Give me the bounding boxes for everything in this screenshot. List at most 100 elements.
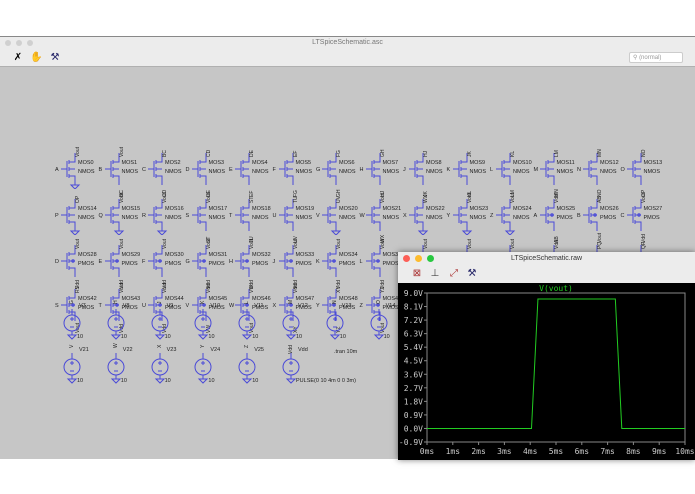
mosfet-name: MOS4 <box>252 160 268 166</box>
zoom-out-icon[interactable]: ⤢ <box>448 268 460 280</box>
zoom-button[interactable] <box>27 40 33 46</box>
zoom-button[interactable] <box>427 255 434 262</box>
mosfet-mos24[interactable]: Z MOS24 NMOS Vout <box>490 191 536 235</box>
mosfet-mos4[interactable]: E MOS4 NMOS DE EF <box>229 145 275 197</box>
hand-icon[interactable]: ✋ <box>30 52 42 64</box>
voltage-source-v21[interactable]: V V21 10 <box>62 341 106 385</box>
mosfet-mos1[interactable]: B MOS1 NMOS Vout BC <box>99 145 145 197</box>
mosfet-mos13[interactable]: O MOS13 NMOS NO OP <box>621 145 667 198</box>
mosfet-mos30[interactable]: F MOS30 PMOS Vout Vdd <box>142 237 188 289</box>
source-name: V24 <box>210 347 221 353</box>
mosfet-mos5[interactable]: F MOS5 NMOS EF FG <box>272 145 319 197</box>
mosfet-mos15[interactable]: Q MOS15 NMOS Vout <box>98 191 145 235</box>
mosfet-mos25[interactable]: A MOS25 PMOS Vdd AB <box>534 191 580 243</box>
mosfet-mos20[interactable]: V MOS20 NMOS UV <box>316 191 362 235</box>
mosfet-mos22[interactable]: X MOS22 NMOS WX <box>403 191 449 235</box>
drain-net-label: JK <box>466 151 473 157</box>
gate-label: F <box>272 167 276 173</box>
zoom-icon[interactable]: ⊠ <box>411 268 423 280</box>
mosfet-mos3[interactable]: D MOS3 NMOS CD DE <box>186 145 232 197</box>
mosfet-mos2[interactable]: C MOS2 NMOS BC CD <box>142 145 188 197</box>
toolbar: ✗ ✋ ⚒ ⚲ (normal) <box>0 49 695 67</box>
mosfet-name: MOS33 <box>295 252 315 258</box>
waveform-plot[interactable]: -0.9V 0.0V 0.9V 1.8V 2.7V 3.6V 4.5V 5.4V 6.3V 7.2… <box>398 283 695 460</box>
mosfet-mos17[interactable]: S MOS17 NMOS Vout ST <box>186 191 232 243</box>
gate-label: V <box>316 213 320 219</box>
x-tick-label: 9ms <box>652 447 667 456</box>
drain-net-label: Vdd <box>553 194 560 203</box>
gate-label: Q <box>98 213 103 219</box>
mosfet-type: NMOS <box>165 215 182 221</box>
drain-net-label: Vout <box>118 146 125 157</box>
mosfet-mos33[interactable]: J MOS33 PMOS Vout Vdd <box>273 237 319 289</box>
mosfet-mos12[interactable]: N MOS12 NMOS MN NO <box>577 145 623 197</box>
mosfet-mos32[interactable]: H MOS32 PMOS Vout Vdd <box>229 237 275 289</box>
voltage-source-v12[interactable]: M V12 10 <box>281 297 325 341</box>
voltage-source-v11[interactable]: L V11 10 <box>237 297 281 341</box>
mosfet-mos7[interactable]: H MOS7 NMOS GH HJ <box>360 145 406 198</box>
search-input[interactable]: ⚲ (normal) <box>629 52 683 63</box>
mosfet-mos18[interactable]: T MOS18 NMOS ST TU <box>229 191 275 243</box>
minimize-button[interactable] <box>16 40 22 46</box>
mosfet-mos19[interactable]: U MOS19 NMOS TU UV <box>273 191 319 243</box>
mosfet-mos9[interactable]: K MOS9 NMOS JK KL <box>447 145 493 197</box>
node-label: X <box>156 344 163 348</box>
y-tick-label: -0.9V <box>399 438 423 447</box>
gate-label: C <box>142 167 146 173</box>
mosfet-mos0[interactable]: A MOS0 NMOS Vout <box>55 145 101 189</box>
voltage-source-v7[interactable]: G V7 10 <box>62 297 106 341</box>
voltage-source-v9[interactable]: J V9 10 <box>150 297 194 341</box>
drain-net-label: Vdd <box>553 240 560 249</box>
mosfet-mos8[interactable]: J MOS8 NMOS HJ JK <box>403 145 449 197</box>
mosfet-type: NMOS <box>339 215 356 221</box>
hammer-icon[interactable]: ⚒ <box>466 268 478 280</box>
mosfet-mos14[interactable]: P MOS14 NMOS OP <box>55 191 101 235</box>
close-button[interactable] <box>5 40 11 46</box>
drain-net-label: Vout <box>423 238 429 249</box>
mosfet-type: PMOS <box>339 261 356 267</box>
voltage-source-v22[interactable]: W V22 10 <box>106 341 150 385</box>
voltage-source-v13[interactable]: N V13 10 <box>325 297 369 341</box>
mosfet-name: MOS1 <box>121 160 138 166</box>
source-name: V14 <box>385 303 396 309</box>
source-name: V25 <box>254 347 264 353</box>
drain-net-label: ST <box>249 196 255 203</box>
drain-net-label: Vdd <box>205 284 212 293</box>
drain-net-label: VW <box>249 284 255 293</box>
autorange-icon[interactable]: ⊥ <box>429 268 441 280</box>
mosfet-mos34[interactable]: K MOS34 PMOS Vout Vdd <box>316 237 362 289</box>
mosfet-mos10[interactable]: L MOS10 NMOS KL LM <box>490 145 536 197</box>
mosfet-mos28[interactable]: D MOS28 PMOS Vout Vdd <box>55 237 101 289</box>
hammer-icon[interactable]: ⚒ <box>49 52 61 64</box>
spice-directive[interactable]: .tran 10m <box>334 349 357 355</box>
trace-v-vout <box>427 298 685 429</box>
voltage-source-v23[interactable]: X V23 10 <box>150 341 194 385</box>
mosfet-mos16[interactable]: R MOS16 NMOS Vout <box>142 191 188 235</box>
mosfet-mos26[interactable]: B MOS26 PMOS AB Vout <box>577 191 623 243</box>
mosfet-mos29[interactable]: E MOS29 PMOS Vout Vdd <box>99 237 145 289</box>
mosfet-mos31[interactable]: G MOS31 PMOS Vout Vdd <box>185 237 232 289</box>
voltage-source-v10[interactable]: K V10 10 <box>193 297 237 341</box>
mosfet-mos27[interactable]: C MOS27 PMOS Vout Vdd <box>621 191 667 243</box>
gate-label: G <box>185 259 190 265</box>
mosfet-mos23[interactable]: Y MOS23 NMOS Vout <box>447 191 493 235</box>
source-value: 10 <box>208 334 215 340</box>
voltage-source-vdd[interactable]: Vdd Vdd PULSE(0 10 4m 0 0 3m) <box>281 341 356 385</box>
mosfet-mos11[interactable]: M MOS11 NMOS LM MN <box>534 145 580 197</box>
voltage-source-v24[interactable]: Y V24 10 <box>193 341 237 385</box>
minimize-button[interactable] <box>415 255 422 262</box>
run-icon[interactable]: ✗ <box>12 52 24 64</box>
mosfet-name: MOS24 <box>513 206 532 212</box>
mosfet-mos6[interactable]: G MOS6 NMOS FG GH <box>316 145 362 197</box>
node-label: H <box>112 300 119 304</box>
drain-net-label: Vout <box>292 238 299 249</box>
source-name: V11 <box>254 303 264 309</box>
source-name: V8 <box>122 303 130 309</box>
voltage-source-v25[interactable]: Z V25 10 <box>237 341 281 385</box>
close-button[interactable] <box>403 255 410 262</box>
node-label: N <box>331 300 338 304</box>
voltage-source-v8[interactable]: H V8 10 <box>106 297 150 341</box>
mosfet-mos21[interactable]: W MOS21 NMOS Vout WX <box>360 191 406 243</box>
drain-net-label: Vout <box>640 192 647 203</box>
drain-net-label: Vdd <box>292 284 299 293</box>
